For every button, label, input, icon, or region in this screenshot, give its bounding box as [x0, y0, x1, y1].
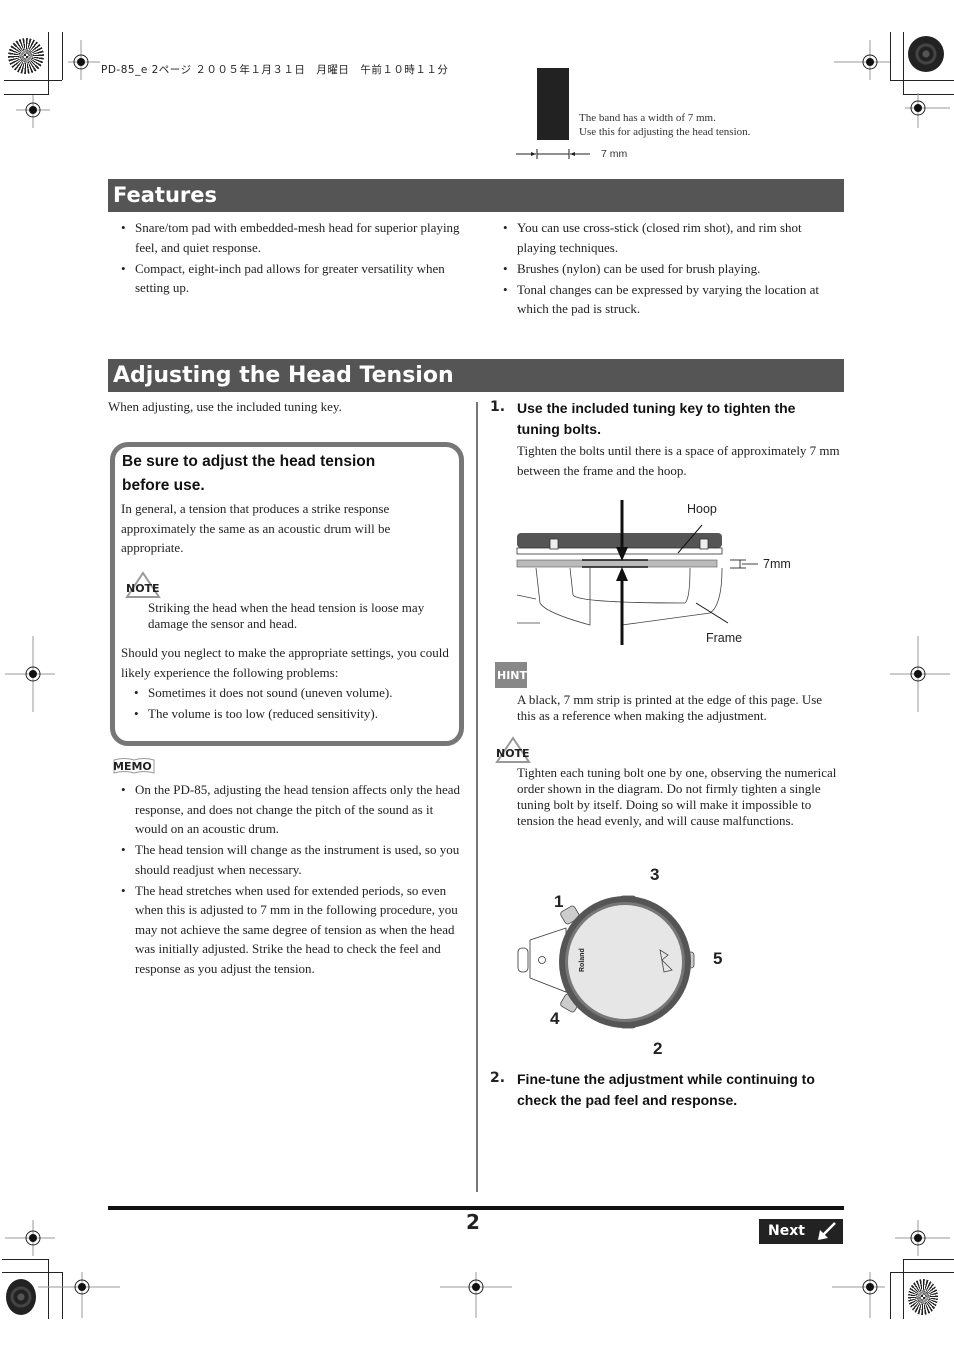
hint-text: A black, 7 mm strip is printed at the ed… — [517, 692, 823, 723]
next-label: Next — [768, 1223, 805, 1239]
problems-list: Sometimes it does not sound (uneven volu… — [134, 683, 444, 725]
next-page-button[interactable]: Next — [759, 1219, 843, 1244]
note-icon: NOTE — [125, 571, 161, 598]
diagram-frame-rim — [516, 559, 718, 568]
bolt-order-label-4: 4 — [550, 1009, 560, 1028]
diagram-bolt — [699, 538, 709, 550]
step-1-body: Tighten the bolts until there is a space… — [517, 443, 840, 478]
frame-label: Frame — [706, 631, 743, 645]
band-caption-line2: Use this for adjusting the head tension. — [579, 126, 751, 138]
features-heading: Features — [108, 179, 844, 212]
diagram-mount-knob — [517, 947, 529, 973]
list-item: On the PD-85, adjusting the head tension… — [121, 780, 461, 839]
step-1-title: Use the included tuning key to tighten t… — [517, 400, 796, 437]
list-item: The head stretches when used for extende… — [121, 881, 461, 979]
band-dimension-label: 7 mm — [601, 148, 628, 160]
adjusting-intro: When adjusting, use the included tuning … — [108, 399, 342, 414]
print-header: PD-85_e 2ページ ２００５年１月３１日 月曜日 午前１０時１１分 — [101, 64, 449, 76]
list-item: The volume is too low (reduced sensitivi… — [134, 704, 444, 724]
list-item: The head tension will change as the inst… — [121, 840, 461, 879]
pad-brand-label: Roland — [579, 948, 586, 972]
list-item: Snare/tom pad with embedded-mesh head fo… — [121, 218, 461, 257]
list-item: Tonal changes can be expressed by varyin… — [503, 280, 843, 319]
bolt-order-label-2: 2 — [653, 1039, 663, 1058]
features-list-left: Snare/tom pad with embedded-mesh head fo… — [121, 218, 461, 299]
band-caption-line1: The band has a width of 7 mm. — [579, 112, 716, 124]
list-item: Brushes (nylon) can be used for brush pl… — [503, 259, 843, 279]
hoop-frame-diagram — [516, 500, 758, 645]
tension-reference-band — [537, 68, 569, 140]
bolt-order-label-5: 5 — [713, 949, 723, 968]
list-item: You can use cross-stick (closed rim shot… — [503, 218, 843, 257]
caution-box-paragraph2: Should you neglect to make the appropria… — [121, 645, 449, 680]
column-divider — [476, 402, 478, 1192]
list-item: Sometimes it does not sound (uneven volu… — [134, 683, 444, 703]
step-2-number: 2. — [490, 1070, 506, 1086]
band-caption: The band has a width of 7 mm. Use this f… — [579, 111, 750, 139]
caution-box-paragraph: In general, a tension that produces a st… — [121, 501, 391, 555]
page-number: 2 — [466, 1210, 480, 1234]
hoop-label: Hoop — [687, 502, 717, 516]
frame-leader-line — [695, 602, 729, 624]
diagram-hoop-top — [517, 533, 722, 548]
features-list-right: You can use cross-stick (closed rim shot… — [503, 218, 843, 320]
memo-icon: MEMO — [113, 758, 155, 774]
hint-icon: HINT — [495, 662, 527, 688]
note-text: Striking the head when the head tension … — [148, 600, 425, 631]
gap-label: 7mm — [763, 557, 791, 571]
diagram-bolt — [549, 538, 559, 550]
arrow-down-left-icon — [818, 1222, 836, 1240]
note-icon-label: NOTE — [496, 747, 530, 760]
memo-list: On the PD-85, adjusting the head tension… — [121, 780, 461, 980]
memo-icon-label: MEMO — [113, 760, 152, 773]
hint-icon-label: HINT — [497, 669, 528, 682]
step-1-number: 1. — [490, 399, 506, 415]
list-item: Compact, eight-inch pad allows for great… — [121, 259, 461, 298]
step-2-title: Fine-tune the adjustment while continuin… — [517, 1071, 815, 1108]
caution-box-title: Be sure to adjust the head tension befor… — [122, 453, 376, 494]
adjusting-heading: Adjusting the Head Tension — [108, 359, 844, 392]
bolt-order-label-1: 1 — [554, 892, 564, 911]
note-icon-label: NOTE — [126, 582, 160, 595]
bolt-order-diagram: Roland — [517, 895, 695, 1029]
note-icon: NOTE — [495, 736, 531, 763]
bolt-order-label-3: 3 — [650, 865, 660, 884]
note2-text: Tighten each tuning bolt one by one, obs… — [517, 765, 837, 828]
